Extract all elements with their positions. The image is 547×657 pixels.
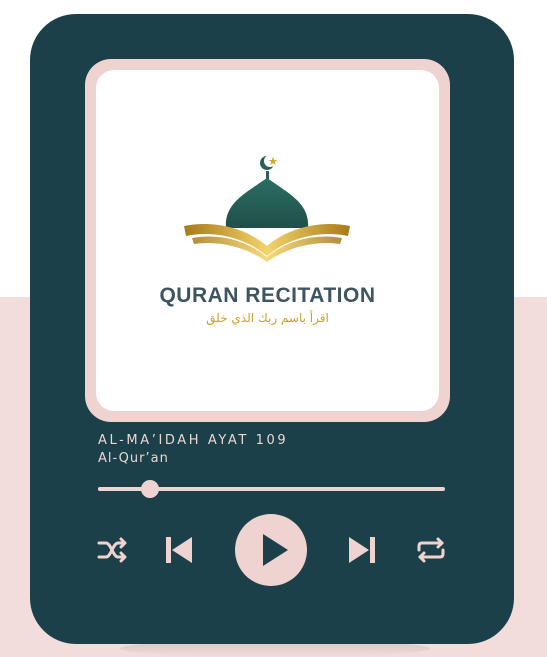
logo-arabic-tagline: اقرأ باسم ربك الذي خلق <box>206 311 329 325</box>
play-button[interactable] <box>235 514 307 586</box>
progress-thumb[interactable] <box>141 480 160 498</box>
mosque-dome-book-logo-icon <box>184 155 350 262</box>
previous-icon[interactable] <box>164 535 194 565</box>
shuffle-icon[interactable] <box>97 537 129 563</box>
repeat-icon[interactable] <box>415 536 447 564</box>
track-artist: Al-Qur’an <box>98 451 169 466</box>
progress-bar[interactable] <box>98 480 445 498</box>
album-art: QURAN RECITATION اقرأ باسم ربك الذي خلق <box>96 70 439 411</box>
logo-title: QURAN RECITATION <box>159 284 376 307</box>
next-icon[interactable] <box>347 535 377 565</box>
play-icon <box>263 534 288 566</box>
track-title: AL-MA’IDAH AYAT 109 <box>98 433 289 448</box>
